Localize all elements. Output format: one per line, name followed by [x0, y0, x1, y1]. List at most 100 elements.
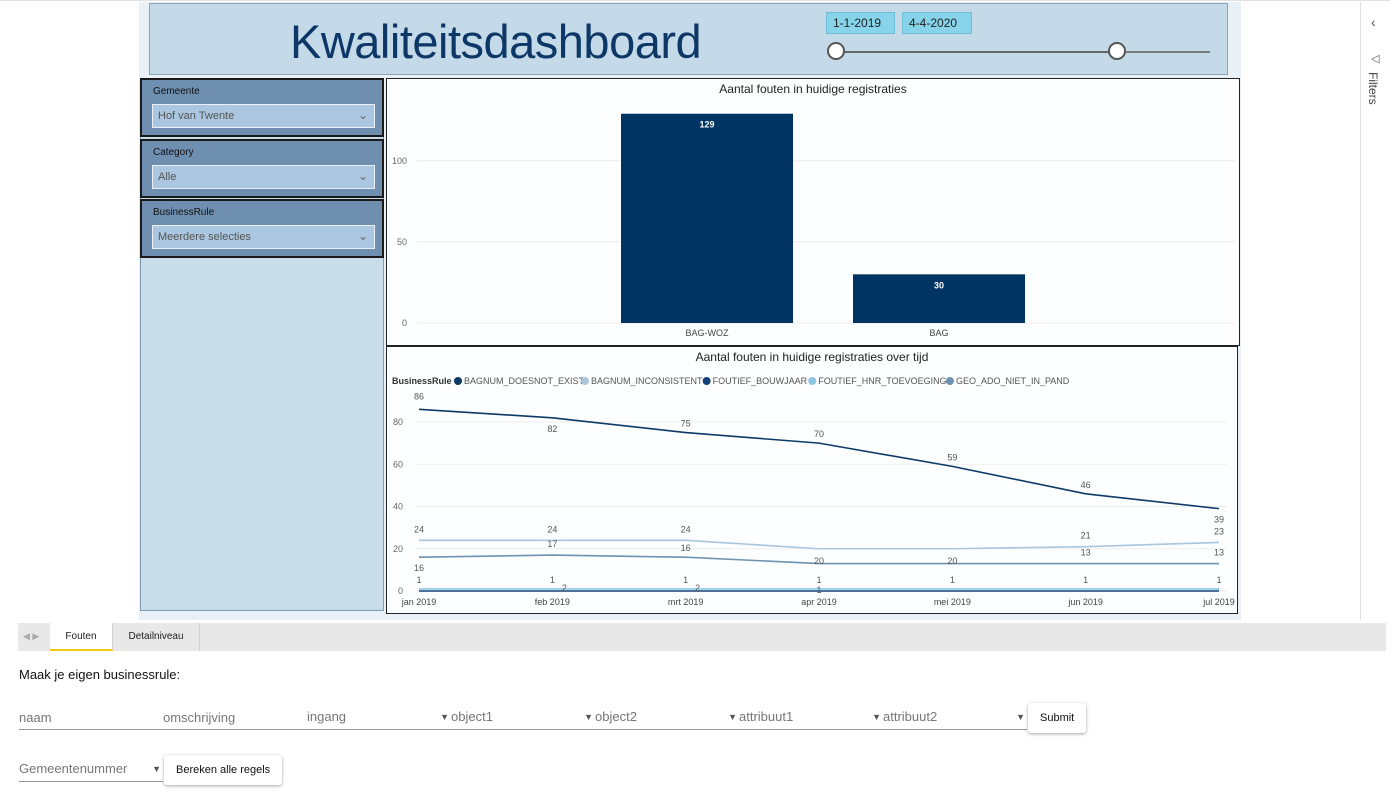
top-divider	[0, 0, 1390, 1]
data-label: 75	[681, 419, 691, 429]
legend-entry: FOUTIEF_HNR_TOEVOEGING	[818, 376, 946, 386]
chevron-down-icon: ⌄	[357, 229, 368, 243]
attribuut2-select[interactable]: attribuut2 ▼	[883, 706, 1027, 730]
data-label: 24	[547, 524, 557, 534]
series-line	[418, 408, 1220, 510]
y-tick-label: 100	[392, 156, 407, 166]
x-tick-label: apr 2019	[801, 597, 837, 607]
caret-down-icon: ▼	[728, 712, 737, 722]
line-chart: BusinessRule BAGNUM_DOESNOT_EXIST BAGNUM_I…	[392, 376, 1235, 607]
page-tab-bar: ◀ ▶ Fouten Detailniveau	[18, 623, 1386, 651]
data-label: 16	[414, 563, 424, 573]
data-label: 2	[695, 583, 700, 593]
data-label: 129	[699, 120, 714, 130]
data-label: 16	[681, 543, 691, 553]
start-date-input[interactable]: 1-1-2019	[826, 12, 895, 34]
bereken-alle-regels-button[interactable]: Bereken alle regels	[164, 755, 283, 785]
end-date-input[interactable]: 4-4-2020	[902, 12, 972, 34]
data-label: 21	[1081, 531, 1091, 541]
report-title: Kwaliteitsdashboard	[290, 15, 702, 68]
data-label: 86	[414, 391, 424, 401]
legend-entry: BAGNUM_DOESNOT_EXIST	[464, 376, 585, 386]
caret-down-icon: ▼	[584, 712, 593, 722]
dropdown-value: Hof van Twente	[158, 110, 235, 122]
slicer-category: Category Alle ⌄	[140, 139, 384, 198]
data-label: 13	[1214, 548, 1224, 558]
legend-marker	[581, 377, 589, 385]
data-label: 24	[414, 524, 424, 534]
data-label: 24	[681, 524, 691, 534]
attribuut1-select[interactable]: attribuut1 ▼	[739, 706, 883, 730]
y-tick-label: 60	[393, 459, 403, 469]
data-label: 13	[1081, 548, 1091, 558]
filters-label[interactable]: Filters	[1366, 72, 1380, 105]
filters-pane-collapsed[interactable]: ‹ ◁ Filters	[1360, 2, 1390, 620]
chevron-down-icon: ⌄	[357, 108, 368, 122]
gemeentenummer-select[interactable]: Gemeentenummer ▼	[19, 758, 163, 782]
data-label: 20	[947, 556, 957, 566]
caret-down-icon: ▼	[1016, 712, 1025, 722]
data-label: 82	[547, 424, 557, 434]
submit-button[interactable]: Submit	[1028, 703, 1087, 733]
tab-scroll-arrows-icon[interactable]: ◀ ▶	[23, 631, 39, 642]
line-chart-card[interactable]: Aantal fouten in huidige registraties ov…	[386, 346, 1238, 614]
slicer-label: Gemeente	[153, 86, 200, 97]
date-range-slider-fill	[836, 51, 1117, 53]
form-title: Maak je eigen businessrule:	[19, 667, 181, 682]
data-label: 59	[947, 452, 957, 462]
businessrule-dropdown[interactable]: Meerdere selecties ⌄	[152, 225, 375, 249]
legend-marker	[945, 377, 954, 385]
omschrijving-input[interactable]	[163, 706, 307, 730]
select-placeholder: Gemeentenummer	[19, 761, 128, 776]
object2-select[interactable]: object2 ▼	[595, 706, 739, 730]
legend-entry: BAGNUM_INCONSISTENT	[591, 376, 703, 386]
x-tick-label: jul 2019	[1202, 597, 1235, 607]
data-label: 1	[416, 575, 421, 585]
select-placeholder: ingang	[307, 709, 347, 724]
slicer-label: Category	[153, 147, 194, 158]
dropdown-value: Meerdere selecties	[158, 231, 251, 243]
legend-marker	[702, 377, 711, 385]
select-placeholder: attribuut2	[883, 709, 938, 724]
date-range-end-handle[interactable]	[1107, 42, 1126, 60]
filter-icon: ◁	[1371, 53, 1380, 65]
data-label: 1	[683, 575, 688, 585]
report-header: Kwaliteitsdashboard 1-1-2019 4-4-2020	[149, 3, 1228, 75]
tab-detailniveau[interactable]: Detailniveau	[113, 623, 200, 651]
ingang-select[interactable]: ingang ▼	[307, 706, 451, 730]
gemeente-dropdown[interactable]: Hof van Twente ⌄	[152, 104, 375, 128]
data-label: 46	[1081, 480, 1091, 490]
select-placeholder: object2	[595, 709, 637, 724]
data-label: 1	[816, 585, 821, 595]
dropdown-value: Alle	[158, 171, 177, 183]
x-tick-label: BAG-WOZ	[686, 328, 729, 338]
y-tick-label: 0	[398, 586, 403, 596]
data-label: 39	[1214, 515, 1224, 525]
caret-down-icon: ▼	[440, 712, 449, 722]
category-dropdown[interactable]: Alle ⌄	[152, 165, 375, 189]
select-placeholder: attribuut1	[739, 709, 794, 724]
slicer-label: BusinessRule	[153, 207, 215, 218]
data-label: 1	[550, 575, 555, 585]
x-tick-label: jun 2019	[1067, 597, 1103, 607]
y-tick-label: 50	[397, 237, 407, 247]
x-tick-label: BAG	[929, 328, 948, 338]
data-label: 2	[562, 583, 567, 593]
naam-input[interactable]	[19, 706, 163, 730]
x-tick-label: feb 2019	[535, 597, 570, 607]
legend-entry: FOUTIEF_BOUWJAAR	[713, 376, 808, 386]
legend-marker	[808, 377, 817, 385]
y-tick-label: 0	[402, 318, 407, 328]
tab-fouten[interactable]: Fouten	[50, 623, 113, 651]
series-line	[419, 539, 1220, 550]
data-label: 20	[814, 556, 824, 566]
bar-chart: 0 50 100 129 BAG-WOZ 30 BAG	[392, 113, 1235, 338]
chevron-left-icon[interactable]: ‹	[1371, 14, 1376, 30]
bar-chart-card[interactable]: Aantal fouten in huidige registraties 05…	[386, 78, 1240, 346]
legend-title: BusinessRule	[392, 376, 452, 386]
chevron-down-icon: ⌄	[357, 169, 368, 183]
x-tick-label: jan 2019	[401, 597, 437, 607]
object1-select[interactable]: object1 ▼	[451, 706, 595, 730]
data-label: 30	[934, 280, 944, 290]
date-range-start-handle[interactable]	[827, 42, 845, 60]
